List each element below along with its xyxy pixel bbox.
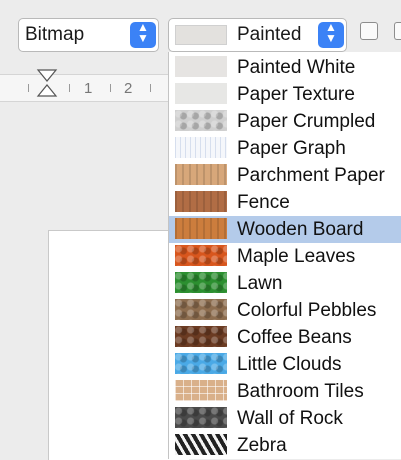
dropdown-item[interactable]: Little Clouds bbox=[169, 351, 401, 378]
dropdown-item-label: Painted White bbox=[237, 57, 356, 78]
fill-type-select[interactable]: Bitmap ▲ ▼ bbox=[18, 18, 159, 52]
ruler-tick bbox=[110, 84, 111, 92]
dropdown-item-label: Coffee Beans bbox=[237, 327, 352, 348]
dropdown-item-label: Paper Texture bbox=[237, 84, 355, 105]
dropdown-item[interactable]: Fence bbox=[169, 189, 401, 216]
dropdown-item-label: Fence bbox=[237, 192, 290, 213]
shadow-toggle[interactable] bbox=[360, 22, 378, 40]
dropdown-item[interactable]: Zebra bbox=[169, 432, 401, 459]
ruler-number: 2 bbox=[124, 80, 133, 97]
texture-swatch-icon bbox=[175, 218, 227, 239]
dropdown-item[interactable]: Bathroom Tiles bbox=[169, 378, 401, 405]
texture-swatch-icon bbox=[175, 137, 227, 158]
dropdown-item[interactable]: Painted White bbox=[169, 54, 401, 81]
dropdown-item-label: Wall of Rock bbox=[237, 408, 343, 429]
ruler-tick bbox=[150, 84, 151, 92]
dropdown-item-label: Lawn bbox=[237, 273, 283, 294]
fill-type-spin-button[interactable]: ▲ ▼ bbox=[130, 21, 156, 48]
texture-swatch-icon bbox=[175, 110, 227, 131]
texture-swatch-icon bbox=[175, 56, 227, 77]
dropdown-item[interactable]: Paper Texture bbox=[169, 81, 401, 108]
ruler-tick bbox=[28, 84, 29, 92]
dropdown-item[interactable]: Coffee Beans bbox=[169, 324, 401, 351]
bitmap-style-value: Painted bbox=[237, 24, 302, 45]
bitmap-style-select[interactable]: Painted ▲ ▼ bbox=[168, 18, 347, 52]
bitmap-style-dropdown-list[interactable]: Painted White Paper Texture Paper Crumpled… bbox=[168, 52, 401, 459]
texture-swatch-icon bbox=[175, 191, 227, 212]
texture-swatch-icon bbox=[175, 407, 227, 428]
dropdown-item[interactable]: Paper Crumpled bbox=[169, 108, 401, 135]
dropdown-item[interactable]: Parchment Paper bbox=[169, 162, 401, 189]
dropdown-item-label: Paper Graph bbox=[237, 138, 346, 159]
dropdown-item-label: Little Clouds bbox=[237, 354, 342, 375]
dropdown-item[interactable]: Paper Graph bbox=[169, 135, 401, 162]
dropdown-item[interactable]: Wooden Board bbox=[169, 216, 401, 243]
texture-swatch-icon bbox=[175, 380, 227, 401]
horizontal-ruler: 1 2 bbox=[0, 62, 168, 112]
ruler-tick bbox=[69, 84, 70, 92]
texture-swatch-icon bbox=[175, 245, 227, 266]
bitmap-style-preview bbox=[175, 25, 227, 45]
dropdown-item[interactable]: Wall of Rock bbox=[169, 405, 401, 432]
dropdown-item-label: Bathroom Tiles bbox=[237, 381, 364, 402]
texture-swatch-icon bbox=[175, 83, 227, 104]
dropdown-item-label: Parchment Paper bbox=[237, 165, 385, 186]
fill-type-value: Bitmap bbox=[25, 24, 85, 45]
texture-swatch-icon bbox=[175, 299, 227, 320]
texture-swatch-icon bbox=[175, 353, 227, 374]
dropdown-item-label: Colorful Pebbles bbox=[237, 300, 377, 321]
texture-swatch-icon bbox=[175, 326, 227, 347]
bitmap-style-spin-button[interactable]: ▲ ▼ bbox=[318, 21, 344, 48]
texture-swatch-icon bbox=[175, 434, 227, 455]
ruler-number: 1 bbox=[84, 80, 93, 97]
texture-swatch-icon bbox=[175, 272, 227, 293]
texture-swatch-icon bbox=[175, 164, 227, 185]
dropdown-item[interactable]: Lawn bbox=[169, 270, 401, 297]
dropdown-item[interactable]: Colorful Pebbles bbox=[169, 297, 401, 324]
dropdown-item-label: Maple Leaves bbox=[237, 246, 356, 267]
extra-toggle[interactable] bbox=[394, 22, 401, 40]
dropdown-item-label: Paper Crumpled bbox=[237, 111, 376, 132]
indent-marker-icon[interactable] bbox=[36, 68, 58, 98]
dropdown-item-label: Wooden Board bbox=[237, 219, 364, 240]
dropdown-item[interactable]: Maple Leaves bbox=[169, 243, 401, 270]
dropdown-item-label: Zebra bbox=[237, 435, 287, 456]
